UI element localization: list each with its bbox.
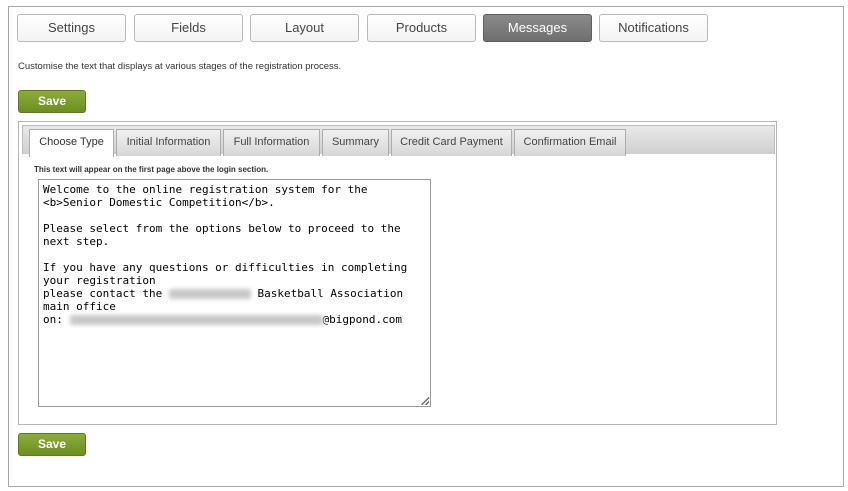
tab-confirmation-email[interactable]: Confirmation Email: [514, 129, 626, 156]
tab-messages[interactable]: Messages: [483, 14, 592, 42]
save-button-bottom[interactable]: Save: [18, 433, 86, 456]
message-line-3: If you have any questions or difficultie…: [43, 261, 414, 287]
message-line-4-prefix: please contact the: [43, 287, 169, 300]
message-line-2: Please select from the options below to …: [43, 222, 408, 248]
helper-text: This text will appear on the first page …: [34, 165, 269, 174]
tab-products[interactable]: Products: [367, 14, 476, 42]
resize-handle-icon[interactable]: [421, 397, 429, 405]
tab-fields[interactable]: Fields: [134, 14, 243, 42]
save-button-top[interactable]: Save: [18, 90, 86, 113]
message-line-5-suffix: @bigpond.com: [322, 313, 402, 326]
tab-notifications[interactable]: Notifications: [599, 14, 708, 42]
tab-initial-information[interactable]: Initial Information: [116, 129, 221, 156]
message-textarea[interactable]: Welcome to the online registration syste…: [38, 179, 431, 407]
intro-text: Customise the text that displays at vari…: [18, 61, 342, 72]
redacted-association-name: [168, 289, 251, 299]
message-line-1: Welcome to the online registration syste…: [43, 183, 375, 209]
sub-tab-bar: Choose Type Initial Information Full Inf…: [22, 125, 775, 157]
redacted-contact-details: [69, 315, 323, 325]
tab-choose-type[interactable]: Choose Type: [29, 129, 114, 157]
message-line-5-prefix: on:: [43, 313, 70, 326]
tab-settings[interactable]: Settings: [17, 14, 126, 42]
tab-full-information[interactable]: Full Information: [223, 129, 320, 156]
tab-summary[interactable]: Summary: [322, 129, 389, 156]
tab-layout[interactable]: Layout: [250, 14, 359, 42]
tab-credit-card-payment[interactable]: Credit Card Payment: [391, 129, 512, 156]
